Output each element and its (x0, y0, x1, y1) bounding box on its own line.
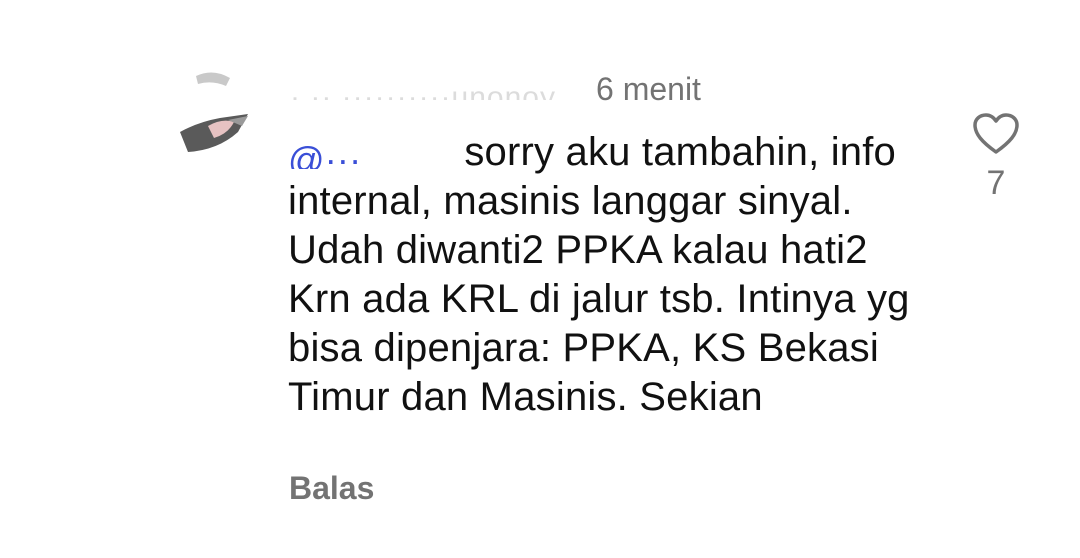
timestamp: 6 menit (596, 70, 701, 107)
comment-text: sorry aku tambahin, info internal, masin… (288, 130, 910, 419)
comment-meta: · ·· ··········unonoy 6 menit (290, 68, 701, 110)
comment-body: @··· ·····raid sorry aku tambahin, info … (288, 128, 928, 422)
avatar[interactable] (168, 68, 252, 160)
mention-link[interactable]: @··· ·····raid (288, 137, 453, 169)
like-count: 7 (986, 164, 1006, 202)
username[interactable]: · ·· ··········unonoy (290, 88, 590, 100)
reply-button[interactable]: Balas (289, 470, 374, 507)
like-section: 7 (965, 112, 1027, 203)
heart-outline-icon[interactable] (965, 112, 1027, 156)
comment-item: · ·· ··········unonoy 6 menit @··· ·····… (0, 0, 1080, 558)
